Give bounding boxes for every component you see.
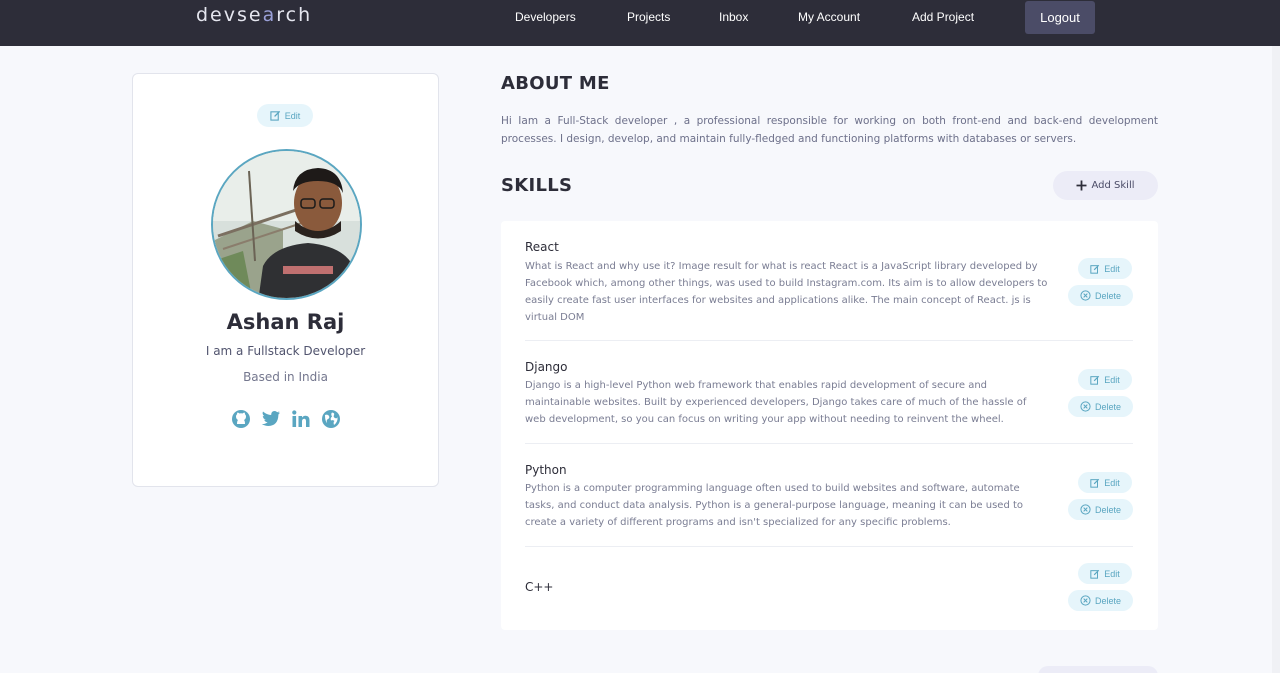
add-skill-label: Add Skill [1091,180,1135,191]
logo-suffix: rch [276,4,313,26]
twitter-icon[interactable] [261,410,281,428]
navbar: devsearch Developers Projects Inbox My A… [0,0,1280,46]
skill-item: Python Python is a computer programming … [525,444,1133,546]
logo-prefix: devse [196,4,263,26]
edit-icon [1090,264,1100,274]
edit-profile-button[interactable]: Edit [257,104,313,127]
edit-skill-button[interactable]: Edit [1078,563,1132,584]
delete-skill-button[interactable]: Delete [1068,396,1133,417]
skill-item: C++ Edit Delete [525,547,1133,630]
edit-skill-label: Edit [1104,263,1120,274]
nav-link-developers[interactable]: Developers [515,10,576,24]
delete-skill-label: Delete [1094,401,1121,412]
edit-skill-button[interactable]: Edit [1078,369,1132,390]
skill-name: Python [525,463,567,477]
about-heading: ABOUT ME [501,73,610,94]
logout-button[interactable]: Logout [1025,1,1095,34]
edit-icon [1090,478,1100,488]
delete-skill-button[interactable]: Delete [1068,499,1133,520]
logo-search-mark: a [262,4,277,26]
skill-item: React What is React and why use it? Imag… [525,221,1133,341]
scrollbar[interactable] [1272,46,1280,673]
edit-skill-label: Edit [1104,568,1120,579]
avatar-photo [213,151,360,298]
profile-card: Edit Ashan Raj I am a Fullstack Develope… [132,73,439,487]
nav-link-my-account[interactable]: My Account [798,10,860,24]
next-section-button[interactable] [1038,666,1158,673]
skill-name: C++ [525,580,554,594]
about-text: Hi Iam a Full-Stack developer , a profes… [501,115,1158,145]
edit-skill-button[interactable]: Edit [1078,472,1132,493]
profile-name: Ashan Raj [226,310,345,334]
close-circle-icon [1080,595,1091,606]
nav-link-projects[interactable]: Projects [627,10,670,24]
skills-list: React What is React and why use it? Imag… [501,221,1158,630]
skill-name: React [525,240,559,254]
profile-title: I am a Fullstack Developer [205,344,366,358]
skill-description: Python is a computer programming languag… [525,483,1024,528]
nav-link-add-project[interactable]: Add Project [912,10,974,24]
edit-skill-label: Edit [1104,374,1120,385]
edit-icon [270,110,280,121]
plus-icon [1076,180,1087,191]
edit-icon [1090,569,1100,579]
skill-name: Django [525,360,568,374]
close-circle-icon [1080,504,1091,515]
add-skill-button[interactable]: Add Skill [1053,171,1158,200]
skill-description: What is React and why use it? Image resu… [525,261,1048,323]
skill-item: Django Django is a high-level Python web… [525,341,1133,443]
close-circle-icon [1080,290,1091,301]
delete-skill-label: Delete [1094,290,1121,301]
delete-skill-label: Delete [1094,504,1121,515]
nav-link-inbox[interactable]: Inbox [719,10,748,24]
delete-skill-button[interactable]: Delete [1068,590,1133,611]
edit-icon [1090,375,1100,385]
delete-skill-label: Delete [1094,595,1121,606]
edit-skill-button[interactable]: Edit [1078,258,1132,279]
skills-heading: SKILLS [501,175,573,196]
skill-description: Django is a high-level Python web framew… [525,380,1027,425]
linkedin-icon[interactable] [291,409,311,429]
logo[interactable]: devsearch [196,4,312,26]
globe-icon[interactable] [321,409,341,429]
github-icon[interactable] [231,409,251,429]
delete-skill-button[interactable]: Delete [1068,285,1133,306]
profile-location: Based in India [243,370,328,384]
edit-skill-label: Edit [1104,477,1120,488]
social-links [231,408,341,430]
edit-profile-label: Edit [284,110,301,121]
avatar [211,149,362,300]
close-circle-icon [1080,401,1091,412]
